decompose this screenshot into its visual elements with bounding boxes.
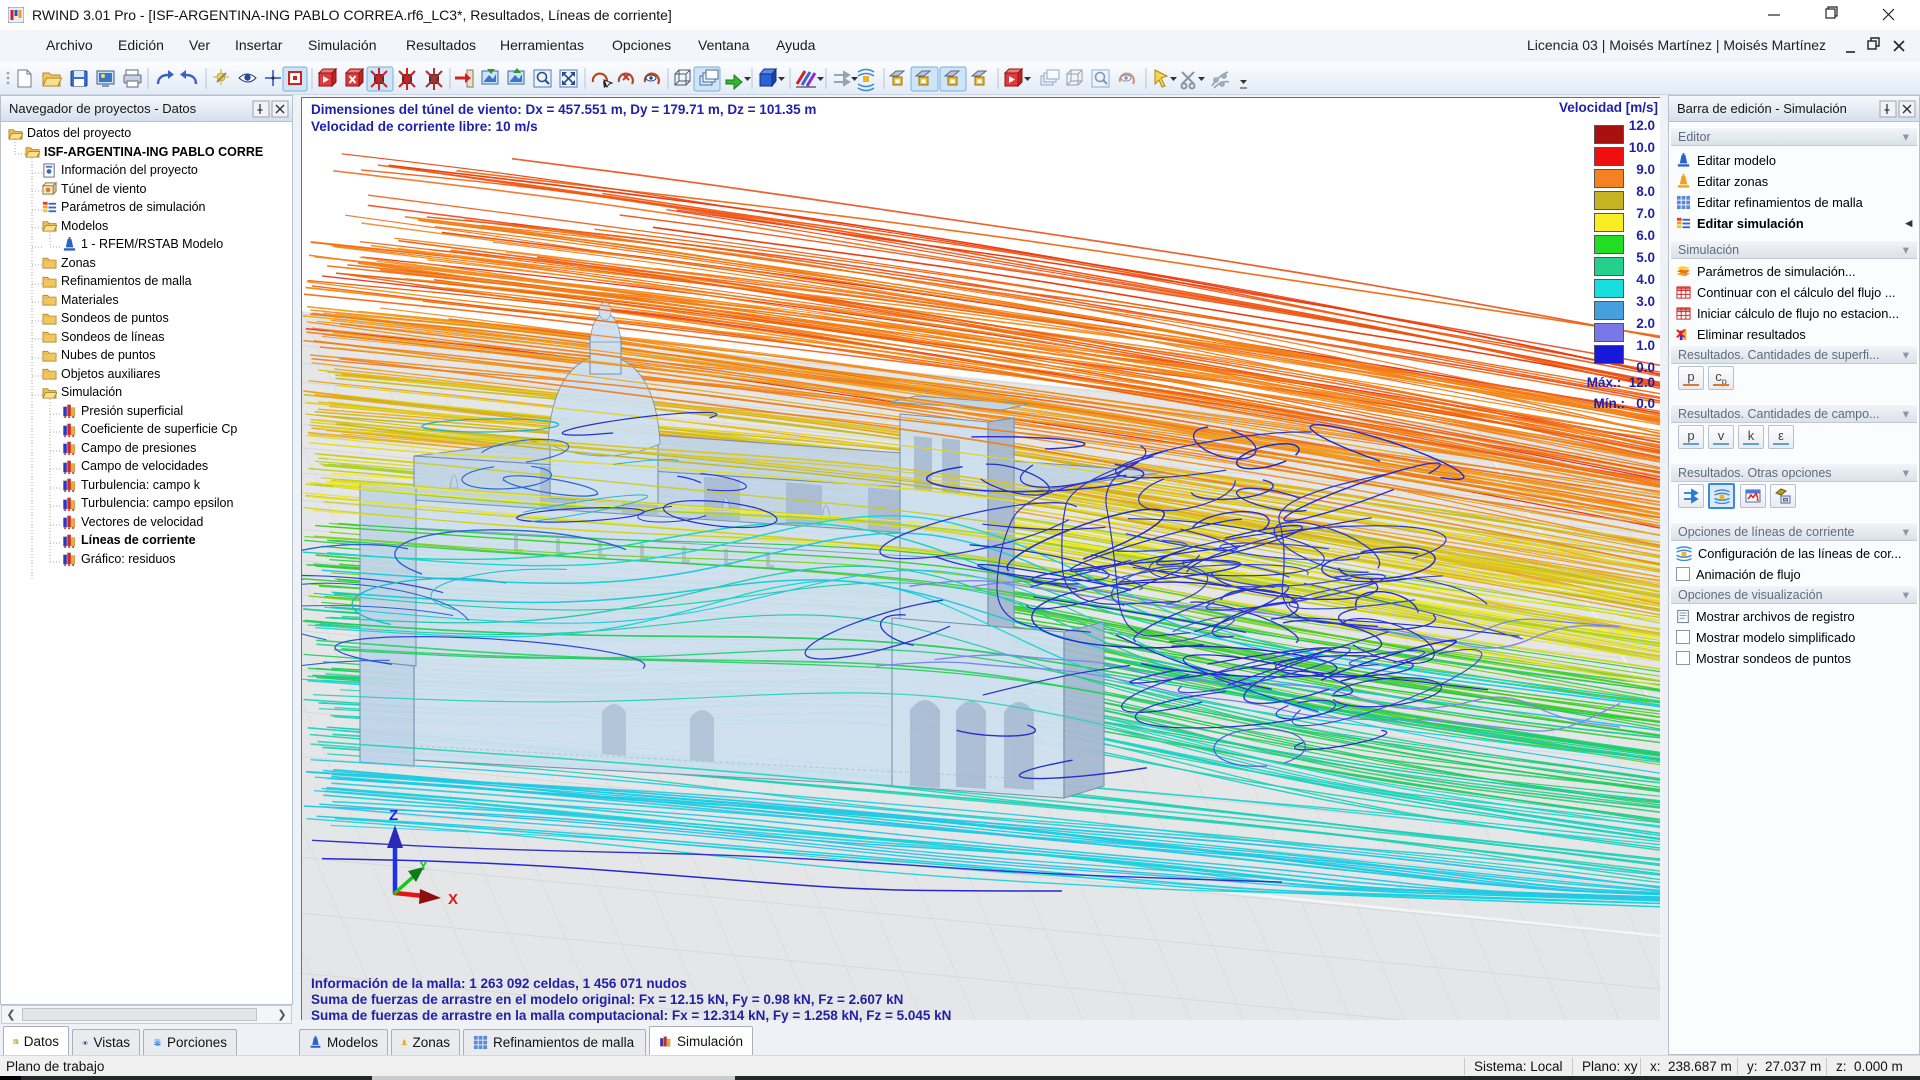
svg-text:Y: Y xyxy=(419,858,428,873)
svg-text:Z: Z xyxy=(389,807,398,824)
svg-text:X: X xyxy=(448,891,458,908)
